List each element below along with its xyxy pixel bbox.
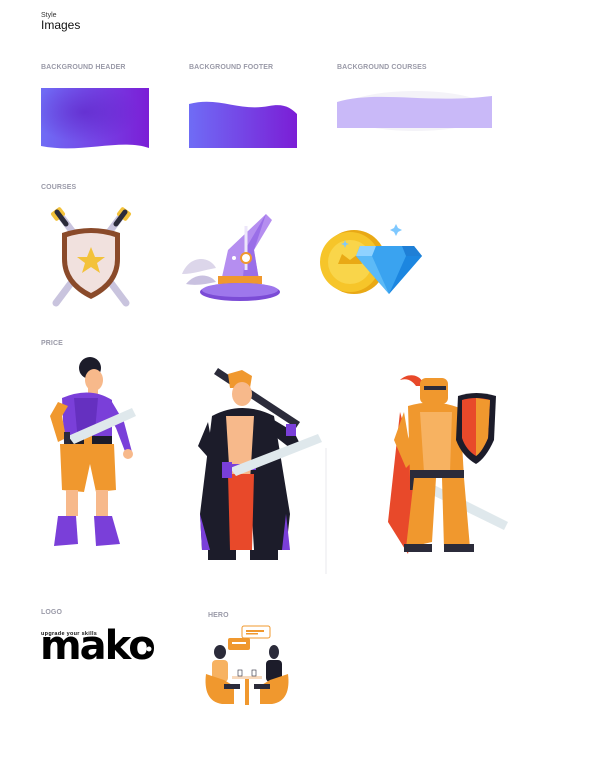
meeting-scene-icon (205, 625, 289, 705)
label-background-header: BACKGROUND HEADER (41, 64, 126, 71)
label-price: PRICE (41, 340, 63, 347)
swordsman-icon (198, 368, 327, 574)
adventurer-icon (50, 357, 136, 546)
label-courses: COURSES (41, 184, 77, 191)
label-background-courses: BACKGROUND COURSES (337, 64, 427, 71)
background-header-image (41, 88, 149, 149)
label-logo: LOGO (41, 609, 63, 616)
logo-eye-dot (146, 646, 152, 652)
wizard-hat-icon (182, 214, 280, 301)
background-footer-image (189, 101, 297, 148)
page-title: Images (41, 18, 81, 32)
shield-swords-icon (51, 207, 131, 307)
label-background-footer: BACKGROUND FOOTER (189, 64, 274, 71)
knight-icon (388, 375, 508, 554)
coin-diamond-icon (320, 224, 422, 294)
logo-wordmark: mako (40, 623, 156, 669)
label-hero: HERO (208, 612, 229, 619)
background-courses-image (337, 91, 492, 131)
